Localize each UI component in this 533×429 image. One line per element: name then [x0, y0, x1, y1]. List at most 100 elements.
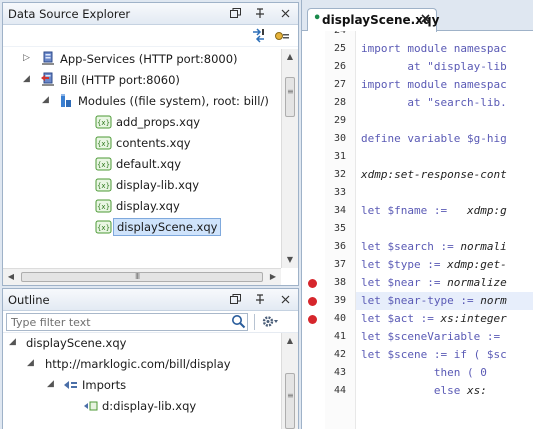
collapsed-twisty-icon[interactable]: ▷ — [23, 53, 33, 65]
line-number: 42 — [333, 349, 346, 360]
outline-item-imports[interactable]: ◢ Imports — [3, 375, 283, 396]
code-token: let $search := — [361, 240, 461, 253]
outline-title: Outline — [8, 293, 50, 307]
modules-folder-icon — [58, 93, 74, 109]
maximize-icon[interactable] — [253, 6, 267, 20]
expanded-twisty-icon[interactable]: ◢ — [9, 337, 19, 349]
expanded-twisty-icon[interactable]: ◢ — [23, 74, 33, 86]
code-text-area[interactable]: import module namespac at "display-lib im… — [355, 31, 533, 429]
expanded-twisty-icon[interactable]: ◢ — [27, 358, 37, 370]
code-line[interactable]: at "search-lib. — [356, 94, 533, 112]
connect-icon[interactable] — [274, 28, 290, 46]
outline-tree: ◢ displayScene.xqy ◢ http://marklogic.co… — [3, 333, 283, 429]
tree-item-file[interactable]: {x} display-lib.xqy — [3, 175, 283, 196]
filter-input[interactable] — [6, 313, 248, 331]
line-number: 29 — [333, 115, 346, 126]
scroll-up-icon[interactable]: ▲ — [282, 333, 298, 349]
close-icon[interactable] — [278, 292, 292, 306]
svg-text:{x}: {x} — [97, 224, 110, 232]
code-line[interactable]: let $search := normali — [356, 238, 533, 256]
line-number: 40 — [333, 313, 346, 324]
code-line[interactable]: let $scene := if ( $sc — [356, 346, 533, 364]
code-line[interactable]: let $near := normalize — [356, 274, 533, 292]
tree-item-file[interactable]: {x} add_props.xqy — [3, 112, 283, 133]
search-icon[interactable] — [231, 314, 246, 332]
code-line[interactable]: xdmp:set-response-cont — [356, 166, 533, 184]
outline-header: Outline — [3, 289, 298, 311]
code-line[interactable]: let $type := xdmp:get- — [356, 256, 533, 274]
dse-title: Data Source Explorer — [8, 7, 131, 21]
svg-text:{x}: {x} — [97, 203, 110, 211]
breakpoint-ruler[interactable] — [302, 31, 325, 429]
outline-item-label: d:display-lib.xqy — [102, 399, 197, 413]
code-token: let $sceneVariable := — [361, 330, 507, 343]
minimize-icon[interactable] — [228, 292, 242, 306]
scroll-down-icon[interactable]: ▼ — [282, 252, 298, 268]
scrollbar-thumb[interactable]: III — [21, 272, 263, 282]
code-line[interactable] — [356, 184, 533, 202]
line-number: 28 — [333, 97, 346, 108]
tab-displayscene[interactable]: • displayScene.xqy — [307, 8, 439, 32]
code-line[interactable]: then ( 0 — [356, 364, 533, 382]
outline-item-import[interactable]: d:display-lib.xqy — [3, 396, 283, 417]
code-token: xdmp:set-response-cont — [361, 168, 507, 181]
line-number: 26 — [333, 61, 346, 72]
tree-item-file-selected[interactable]: {x} displayScene.xqy — [3, 217, 283, 238]
maximize-icon[interactable] — [253, 292, 267, 306]
gear-icon[interactable] — [261, 314, 279, 332]
tree-item-app-services[interactable]: ▷ App-Services (HTTP port:8000) — [3, 49, 283, 70]
code-line[interactable]: else xs: — [356, 382, 533, 400]
line-number: 27 — [333, 79, 346, 90]
code-line[interactable]: let $sceneVariable := — [356, 328, 533, 346]
divider — [254, 314, 255, 330]
line-number: 33 — [333, 187, 346, 198]
minimize-icon[interactable] — [228, 6, 242, 20]
code-token: normali — [460, 240, 507, 253]
code-line[interactable] — [356, 148, 533, 166]
tree-item-file[interactable]: {x} display.xqy — [3, 196, 283, 217]
outline-vertical-scrollbar[interactable]: ▲ ≡ — [281, 333, 298, 429]
scroll-left-icon[interactable]: ◀ — [3, 269, 19, 285]
expanded-twisty-icon[interactable]: ◢ — [42, 95, 52, 107]
dse-horizontal-scrollbar[interactable]: ◀ III ▶ — [3, 268, 281, 285]
code-line[interactable]: let $act := xs:integer — [356, 310, 533, 328]
line-number: 36 — [333, 241, 346, 252]
code-line[interactable] — [356, 220, 533, 238]
outline-item-namespace[interactable]: ◢ http://marklogic.com/bill/display — [3, 354, 283, 375]
tree-item-bill[interactable]: ◢ Bill (HTTP port:8060) — [3, 70, 283, 91]
code-line[interactable] — [356, 31, 533, 40]
code-line[interactable]: let $near-type := norm — [356, 292, 533, 310]
scroll-right-icon[interactable]: ▶ — [265, 269, 281, 285]
breakpoint-icon[interactable] — [308, 279, 317, 288]
server-icon — [40, 51, 56, 67]
tree-item-modules[interactable]: ◢ Modules ((file system), root: bill/) — [3, 91, 283, 112]
tree-item-file[interactable]: {x} contents.xqy — [3, 133, 283, 154]
code-line[interactable]: define variable $g-hig — [356, 130, 533, 148]
tree-item-label: displayScene.xqy — [113, 218, 222, 236]
code-line[interactable] — [356, 112, 533, 130]
outline-view: Outline Type filter text ◢ displayScene.… — [2, 288, 299, 429]
code-line[interactable]: let $fname := xdmp:g — [356, 202, 533, 220]
tree-item-file[interactable]: {x} default.xqy — [3, 154, 283, 175]
code-token: let $act := — [361, 312, 441, 325]
scrollbar-thumb[interactable]: ≡ — [285, 77, 295, 117]
scrollbar-thumb[interactable]: ≡ — [285, 373, 295, 429]
code-line[interactable]: at "display-lib — [356, 58, 533, 76]
code-line[interactable]: import module namespac — [356, 76, 533, 94]
xquery-file-icon: {x} — [95, 219, 112, 235]
code-token: define variable $g-hig — [361, 132, 507, 145]
close-tab-icon[interactable] — [421, 13, 430, 26]
breakpoint-icon[interactable] — [308, 315, 317, 324]
link-with-editor-icon[interactable] — [251, 28, 266, 46]
dse-vertical-scrollbar[interactable]: ▲ ≡ ▼ — [281, 49, 298, 268]
close-icon[interactable] — [278, 6, 292, 20]
expanded-twisty-icon[interactable]: ◢ — [47, 379, 57, 391]
code-line[interactable]: import module namespac — [356, 40, 533, 58]
breakpoint-icon[interactable] — [308, 297, 317, 306]
code-token: normalize — [447, 276, 507, 289]
line-number: 31 — [333, 151, 346, 162]
outline-item-file[interactable]: ◢ displayScene.xqy — [3, 333, 283, 354]
line-number: 35 — [333, 223, 346, 234]
scroll-up-icon[interactable]: ▲ — [282, 49, 298, 65]
code-editor[interactable]: 24 25 26 27 28 29 30 31 32 33 34 35 36 37 38 39 40 41 42 43… — [302, 31, 533, 429]
